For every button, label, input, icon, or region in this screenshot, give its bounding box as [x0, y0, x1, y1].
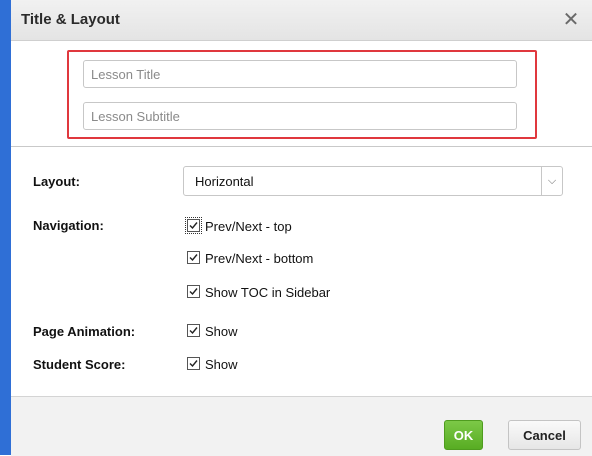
cancel-button[interactable]: Cancel — [508, 420, 581, 450]
dialog-titlebar: Title & Layout ✕ — [11, 0, 592, 41]
chevron-down-icon[interactable]: ⌵ — [541, 167, 562, 195]
student-score-show-label: Show — [205, 357, 238, 372]
lesson-subtitle-input[interactable] — [83, 102, 517, 130]
page-animation-label: Page Animation: — [33, 324, 136, 339]
layout-select-value: Horizontal — [195, 174, 254, 189]
dialog-footer: OK Cancel — [11, 396, 592, 456]
screen: Title & Layout ✕ Layout: Horizontal ⌵ Na… — [0, 0, 592, 456]
prev-next-top-label: Prev/Next - top — [205, 219, 292, 234]
navigation-label: Navigation: — [33, 218, 104, 233]
layout-label: Layout: — [33, 174, 80, 189]
ok-button[interactable]: OK — [444, 420, 483, 450]
prev-next-bottom-label: Prev/Next - bottom — [205, 251, 314, 266]
page-edge — [0, 0, 11, 455]
page-animation-checkbox[interactable] — [187, 324, 200, 337]
page-animation-show-label: Show — [205, 324, 238, 339]
title-fields-highlight — [67, 50, 537, 139]
layout-select[interactable]: Horizontal ⌵ — [183, 166, 563, 196]
show-toc-checkbox[interactable] — [187, 285, 200, 298]
title-layout-dialog: Title & Layout ✕ Layout: Horizontal ⌵ Na… — [11, 0, 592, 456]
student-score-checkbox[interactable] — [187, 357, 200, 370]
section-divider — [11, 146, 592, 147]
student-score-label: Student Score: — [33, 357, 126, 372]
close-icon[interactable]: ✕ — [560, 9, 582, 31]
lesson-title-input[interactable] — [83, 60, 517, 88]
dialog-title: Title & Layout — [21, 11, 120, 28]
prev-next-top-checkbox[interactable] — [187, 219, 200, 232]
prev-next-bottom-checkbox[interactable] — [187, 251, 200, 264]
show-toc-label: Show TOC in Sidebar — [205, 285, 331, 300]
